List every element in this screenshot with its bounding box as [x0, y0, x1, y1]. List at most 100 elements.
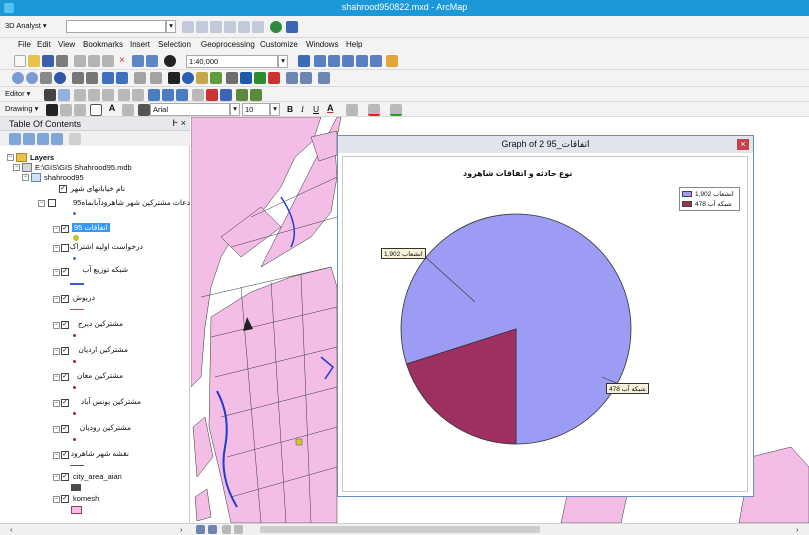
rotate-element-icon[interactable]: [60, 104, 72, 116]
menu-insert[interactable]: Insert: [130, 40, 150, 49]
open-folder-icon[interactable]: [28, 55, 40, 67]
layer-label[interactable]: city_area_aian: [73, 472, 122, 481]
model-builder-icon[interactable]: [386, 55, 398, 67]
toc-pin-close[interactable]: Ͱ ×: [172, 118, 186, 129]
layer-expand-icon[interactable]: −: [53, 348, 60, 355]
font-color-button[interactable]: A: [327, 103, 334, 113]
editing-window-icon[interactable]: [236, 89, 248, 101]
layer-expand-icon[interactable]: −: [53, 426, 60, 433]
edit-tool-icon[interactable]: [44, 89, 56, 101]
edit-annotation-icon[interactable]: [58, 89, 70, 101]
catalog-window-icon[interactable]: [328, 55, 340, 67]
sketch-properties-icon[interactable]: [162, 89, 174, 101]
3d-tool-icon[interactable]: [224, 21, 236, 33]
layer-label-selected[interactable]: اتفاقات 95: [72, 223, 110, 232]
font-name-dropdown-icon[interactable]: ▾: [230, 103, 240, 116]
paste-icon[interactable]: [102, 55, 114, 67]
menu-edit[interactable]: Edit: [37, 40, 51, 49]
layout-view-icon[interactable]: [318, 72, 330, 84]
redo-icon[interactable]: [146, 55, 158, 67]
drawing-menu[interactable]: Drawing ▾: [3, 103, 45, 116]
font-name-field[interactable]: Arial: [150, 103, 230, 116]
menu-bookmarks[interactable]: Bookmarks: [83, 40, 123, 49]
zoom-in-icon[interactable]: [12, 72, 24, 84]
undo-icon[interactable]: [132, 55, 144, 67]
hyperlink-icon[interactable]: [196, 72, 208, 84]
list-by-visibility-icon[interactable]: [37, 133, 49, 145]
list-by-source-icon[interactable]: [23, 133, 35, 145]
layer-visibility-checkbox[interactable]: ✓: [61, 347, 69, 355]
point-icon[interactable]: [102, 89, 114, 101]
3d-tool-icon[interactable]: [182, 21, 194, 33]
fixed-zoom-out-icon[interactable]: [86, 72, 98, 84]
scroll-left-icon[interactable]: ‹: [10, 525, 13, 534]
python-window-icon[interactable]: [370, 55, 382, 67]
reshape-icon[interactable]: [206, 89, 218, 101]
validate-icon[interactable]: [250, 89, 262, 101]
layer-label[interactable]: مشترکین رودیان: [73, 423, 131, 432]
font-icon[interactable]: [138, 104, 150, 116]
layer-visibility-checkbox[interactable]: ✓: [61, 268, 69, 276]
rectangle-icon[interactable]: [90, 104, 102, 116]
graph-window[interactable]: Graph of اتفاقات_95 2 × نوع حادثه و اتفا…: [337, 135, 754, 497]
select-features-icon[interactable]: [134, 72, 146, 84]
layer-label[interactable]: شبکه توزیع آب: [73, 265, 128, 274]
layer-expand-icon[interactable]: −: [53, 245, 60, 252]
trace-icon[interactable]: [88, 89, 100, 101]
layer-visibility-checkbox[interactable]: [61, 244, 69, 252]
layer-expand-icon[interactable]: −: [53, 322, 60, 329]
layer-label[interactable]: مشترکین مغان: [73, 371, 123, 380]
toc-options-icon[interactable]: [69, 133, 81, 145]
split-icon[interactable]: [118, 89, 130, 101]
refresh-icon[interactable]: [222, 525, 231, 534]
menu-selection[interactable]: Selection: [158, 40, 191, 49]
zoom-to-element-icon[interactable]: [74, 104, 86, 116]
cut-polygons-icon[interactable]: [192, 89, 204, 101]
layer-expand-icon[interactable]: −: [53, 374, 60, 381]
globe-icon[interactable]: [270, 21, 282, 33]
close-button[interactable]: ×: [737, 139, 749, 150]
layer-label[interactable]: komesh: [73, 494, 99, 503]
layer-label[interactable]: مشترکین یونس آباد: [73, 397, 141, 406]
layer-expand-icon[interactable]: −: [38, 200, 45, 207]
marker-color-icon[interactable]: [390, 104, 402, 116]
toc-root-layers[interactable]: Layers: [30, 153, 54, 162]
arcscene-icon[interactable]: [286, 21, 298, 33]
menu-windows[interactable]: Windows: [306, 40, 338, 49]
clear-selection-icon[interactable]: [150, 72, 162, 84]
layer-label[interactable]: نام خیابانهای شهر: [67, 184, 125, 193]
3d-tool-icon[interactable]: [196, 21, 208, 33]
list-by-drawing-order-icon[interactable]: [9, 133, 21, 145]
topology-icon[interactable]: [220, 89, 232, 101]
menu-customize[interactable]: Customize: [260, 40, 298, 49]
layer-visibility-checkbox[interactable]: ✓: [61, 225, 69, 233]
italic-button[interactable]: I: [301, 104, 304, 114]
layer-expand-icon[interactable]: −: [53, 400, 60, 407]
search-window-icon[interactable]: [342, 55, 354, 67]
toc-window-icon[interactable]: [314, 55, 326, 67]
data-view-icon[interactable]: [196, 525, 205, 534]
layer-visibility-checkbox[interactable]: [48, 199, 56, 207]
edit-vertices-icon[interactable]: [122, 104, 134, 116]
create-viewer-icon[interactable]: [300, 72, 312, 84]
measure-icon[interactable]: [226, 72, 238, 84]
underline-button[interactable]: U: [313, 104, 319, 114]
straight-segment-icon[interactable]: [74, 89, 86, 101]
back-extent-icon[interactable]: [102, 72, 114, 84]
arctoolbox-icon[interactable]: [356, 55, 368, 67]
layer-expand-icon[interactable]: −: [53, 269, 60, 276]
layer-visibility-checkbox[interactable]: ✓: [61, 495, 69, 503]
layer-visibility-checkbox[interactable]: ✓: [61, 373, 69, 381]
layer-expand-icon[interactable]: −: [53, 496, 60, 503]
rotate-icon[interactable]: [132, 89, 144, 101]
html-popup-icon[interactable]: [210, 72, 222, 84]
select-elements-icon[interactable]: [168, 72, 180, 84]
save-icon[interactable]: [42, 55, 54, 67]
menu-view[interactable]: View: [58, 40, 75, 49]
layer-label[interactable]: مشترکین دیرج: [73, 319, 123, 328]
layer-visibility-checkbox[interactable]: ✓: [61, 399, 69, 407]
new-document-icon[interactable]: [14, 55, 26, 67]
editor-menu[interactable]: Editor ▾: [3, 88, 41, 101]
layer-label[interactable]: نقشه شهر شاهرود: [71, 449, 129, 458]
graph-title-bar[interactable]: Graph of اتفاقات_95 2 ×: [338, 136, 753, 153]
